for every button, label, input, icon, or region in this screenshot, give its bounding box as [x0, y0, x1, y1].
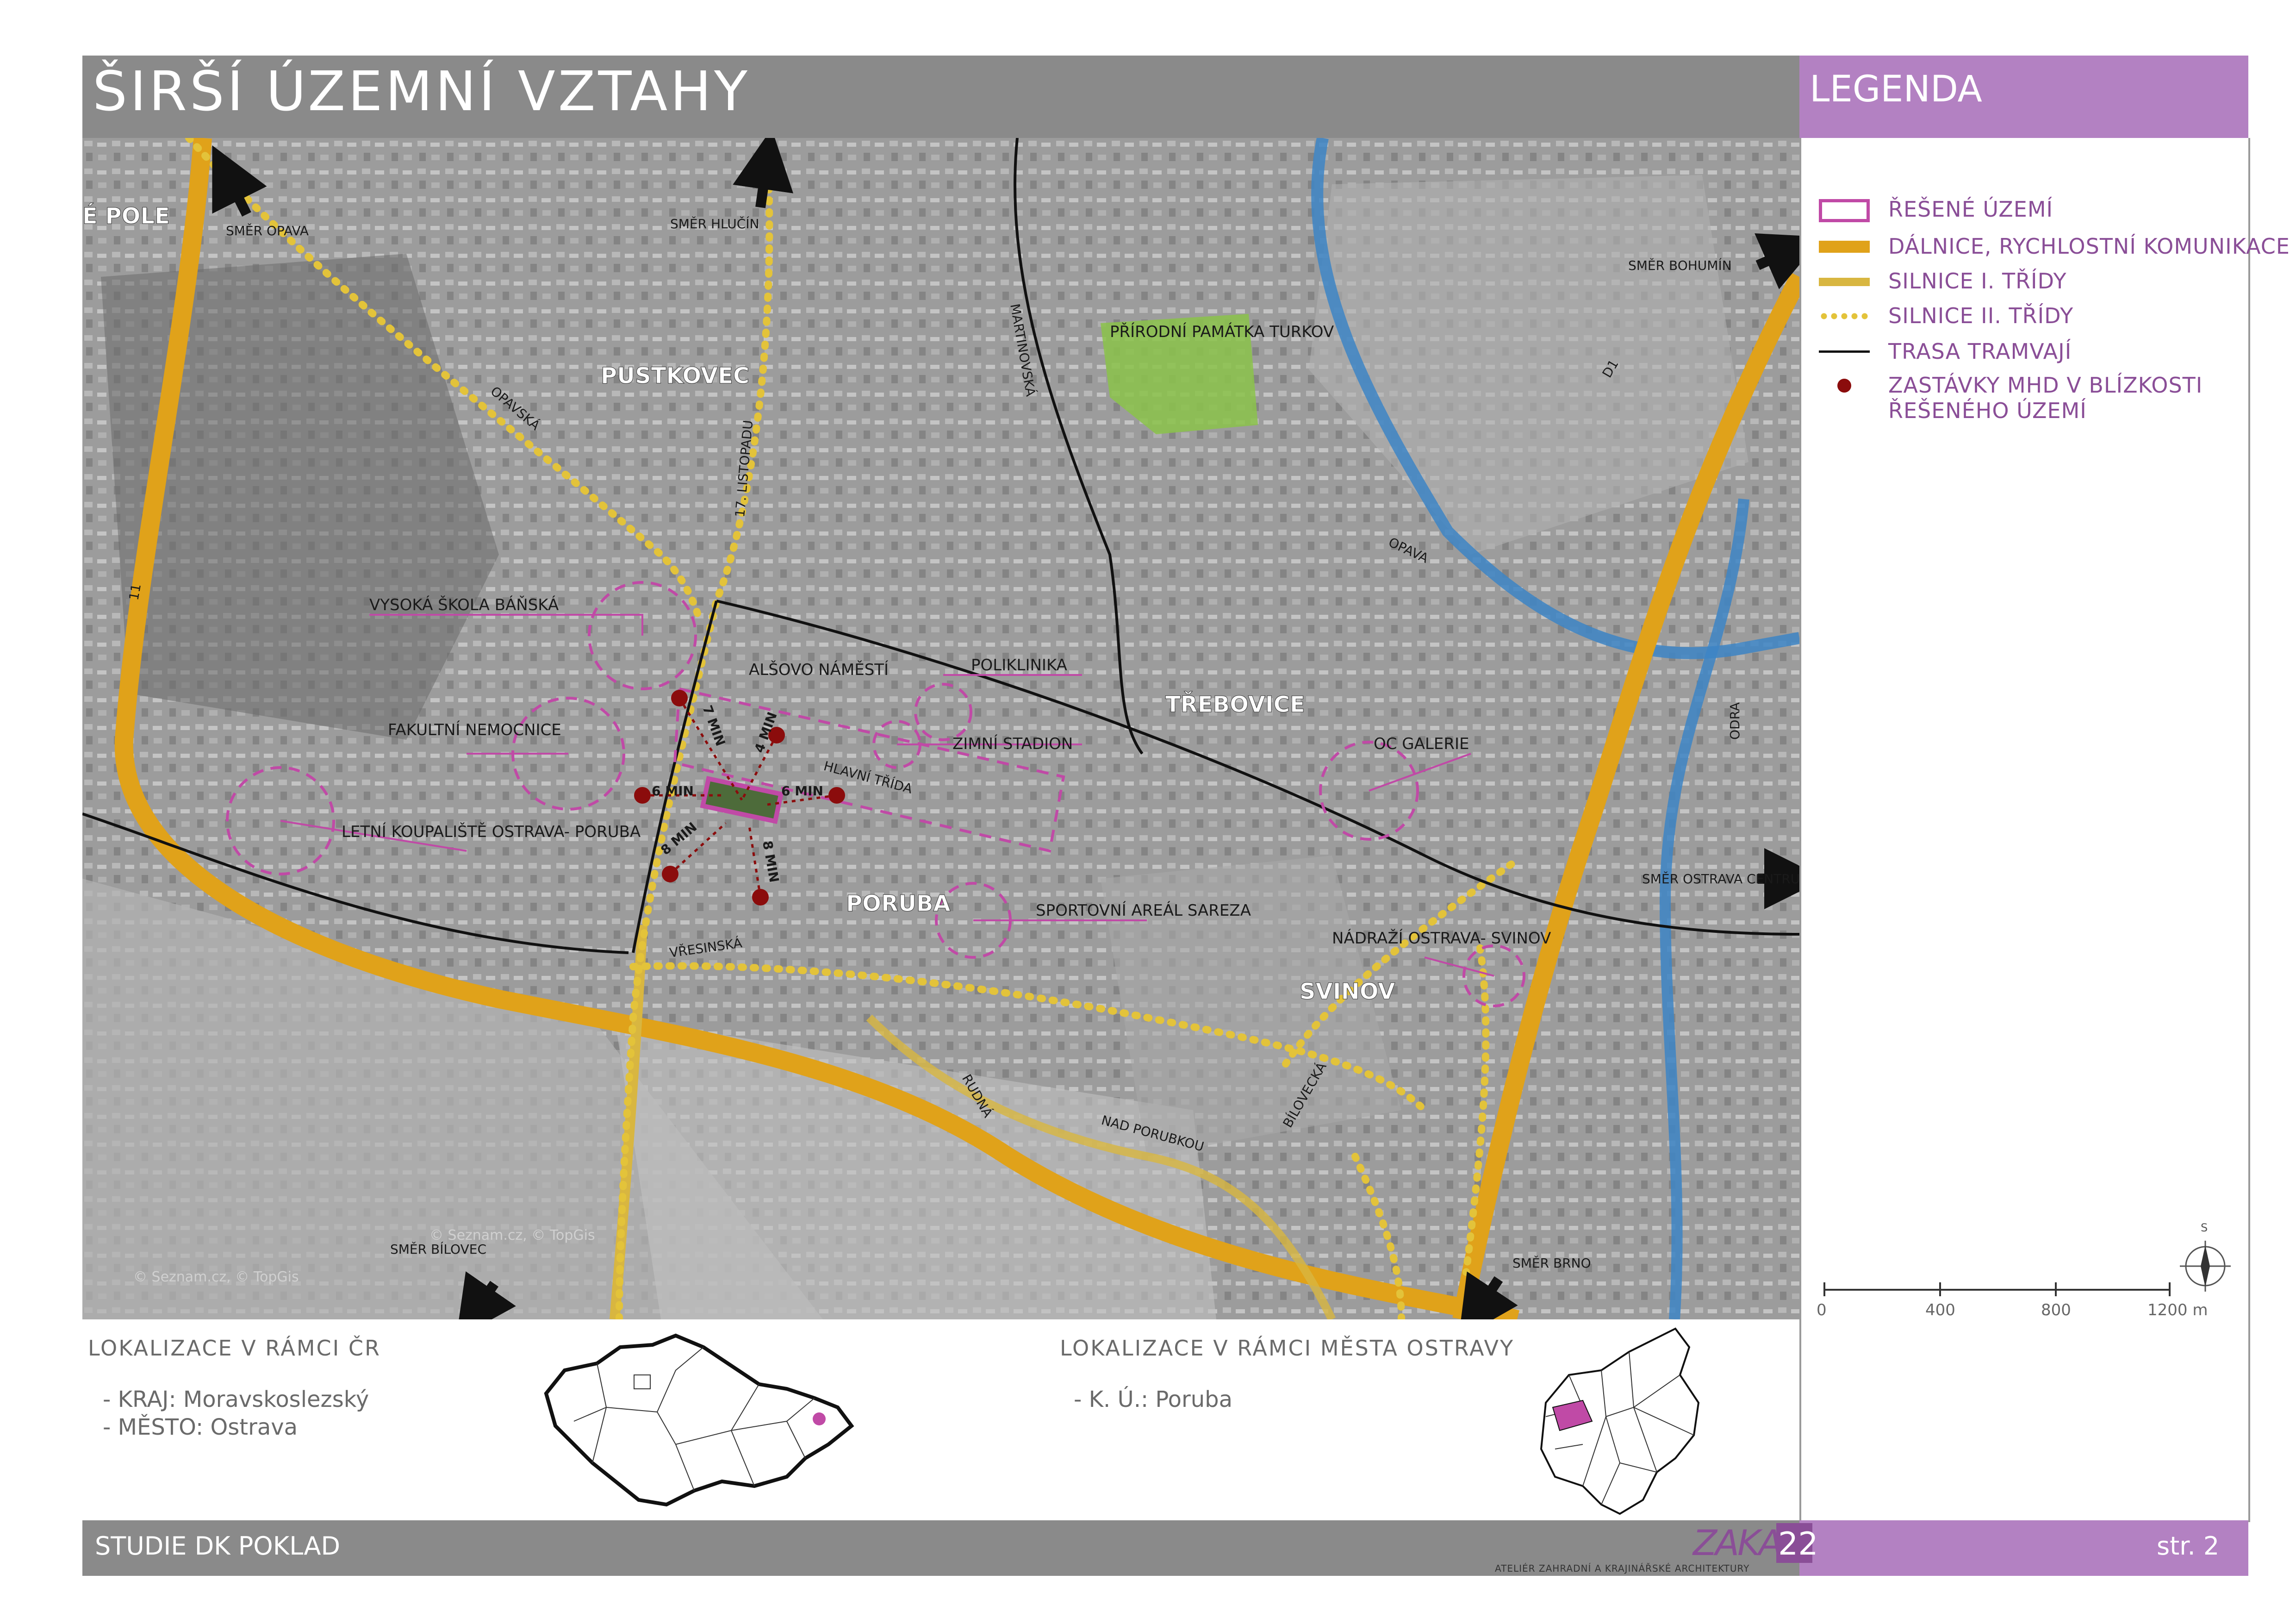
legend-label: DÁLNICE, RYCHLOSTNÍ KOMUNIKACE [1888, 234, 2290, 259]
place-label: LETNÍ KOUPALIŠTĚ OSTRAVA- PORUBA [342, 822, 641, 841]
direction-label: SMĚR OSTRAVA CENTRUM [1642, 871, 1799, 887]
mhd-stop [662, 866, 678, 882]
legend-swatch-study-area [1819, 199, 1870, 222]
scale-label: 400 [1925, 1301, 1955, 1319]
walk-time-label: 6 MIN [652, 783, 694, 799]
legend-label: ŘEŠENÉ ÚZEMÍ [1888, 197, 2053, 222]
ostrava-map [1527, 1324, 1712, 1518]
place-label: OC GALERIE [1374, 735, 1469, 753]
legend-label: ZASTÁVKY MHD V BLÍZKOSTI [1888, 373, 2203, 398]
mhd-stop [671, 690, 688, 706]
direction-label: SMĚR OPAVA [226, 223, 309, 238]
direction-label: SMĚR BRNO [1512, 1255, 1591, 1271]
map-canvas: PUSTKOVEC TŘEBOVICE PORUBA SVINOV É POLE… [82, 138, 1799, 1319]
place-label: VYSOKÁ ŠKOLA BÁŇSKÁ [369, 595, 559, 614]
scale-label: 0 [1817, 1301, 1827, 1319]
studio-name: ATELIÉR ZAHRADNÍ A KRAJINÁŘSKÉ ARCHITEKT… [1495, 1563, 1750, 1574]
walk-time-label: 6 MIN [781, 783, 823, 799]
district-label: TŘEBOVICE [1165, 691, 1305, 718]
place-label: PŘÍRODNÍ PAMÁTKA TURKOV [1110, 322, 1334, 341]
localization-cr-item: - MĚSTO: Ostrava [103, 1414, 298, 1440]
scale-label: 1200 m [2147, 1301, 2208, 1319]
czech-map [537, 1329, 861, 1514]
page-number: str. 2 [2157, 1531, 2220, 1561]
district-label: PUSTKOVEC [601, 363, 749, 389]
mhd-stop [752, 889, 769, 906]
legend-swatch-road1 [1819, 278, 1870, 286]
scale-label: 800 [2041, 1301, 2071, 1319]
scale-bar [1823, 1282, 2171, 1296]
district-label: PORUBA [846, 891, 951, 917]
localization-cr-item: - KRAJ: Moravskoslezský [103, 1387, 369, 1412]
direction-label: SMĚR BÍLOVEC [390, 1241, 486, 1257]
legend-swatch-tram [1819, 350, 1870, 353]
localization-city-title: LOKALIZACE V RÁMCI MĚSTA OSTRAVY [1060, 1336, 1515, 1361]
arrow-hlucin [733, 138, 794, 208]
north-label: S [2201, 1221, 2208, 1234]
project-name: STUDIE DK POKLAD [95, 1531, 341, 1561]
legend-swatch-road2 [1819, 312, 1870, 320]
legend-label: TRASA TRAMVAJÍ [1888, 339, 2072, 364]
map-area[interactable]: PUSTKOVEC TŘEBOVICE PORUBA SVINOV É POLE… [82, 138, 1799, 1319]
place-label: NÁDRAŽÍ OSTRAVA- SVINOV [1332, 929, 1551, 948]
credit-text: © Seznam.cz, © TopGis [133, 1269, 299, 1285]
page-title: ŠIRŠÍ ÚZEMNÍ VZTAHY [93, 59, 750, 123]
place-label: SPORTOVNÍ AREÁL SAREZA [1036, 901, 1251, 920]
place-label: FAKULTNÍ NEMOCNICE [388, 720, 561, 739]
logo-number: 22 [1778, 1526, 1818, 1562]
street-label: 11 [126, 582, 144, 601]
legend-label: ŘEŠENÉHO ÚZEMÍ [1888, 398, 2087, 423]
logo-text: ZAKA [1693, 1522, 1783, 1563]
localization-cr-title: LOKALIZACE V RÁMCI ČR [88, 1336, 381, 1361]
legend-swatch-stop [1837, 379, 1851, 393]
localization-city-item: - K. Ú.: Poruba [1074, 1387, 1233, 1412]
street-label: ODRA [1727, 702, 1742, 740]
mhd-stop [634, 787, 651, 804]
legend-swatch-motorway [1819, 241, 1870, 253]
legend-title: LEGENDA [1810, 69, 1982, 110]
district-label: É POLE [82, 203, 170, 229]
place-label: ALŠOVO NÁMĚSTÍ [749, 660, 889, 679]
district-label: SVINOV [1300, 979, 1395, 1005]
place-label: POLIKLINIKA [971, 656, 1067, 675]
legend-label: SILNICE II. TŘÍDY [1888, 303, 2074, 328]
place-label: ZIMNÍ STADION [952, 734, 1073, 753]
compass-icon [2175, 1231, 2235, 1292]
legend-label: SILNICE I. TŘÍDY [1888, 269, 2067, 294]
credit-text: © Seznam.cz, © TopGis [429, 1227, 595, 1243]
mhd-stop [828, 787, 845, 804]
direction-label: SMĚR BOHUMÍN [1628, 257, 1732, 273]
direction-label: SMĚR HLUČÍN [670, 216, 759, 231]
